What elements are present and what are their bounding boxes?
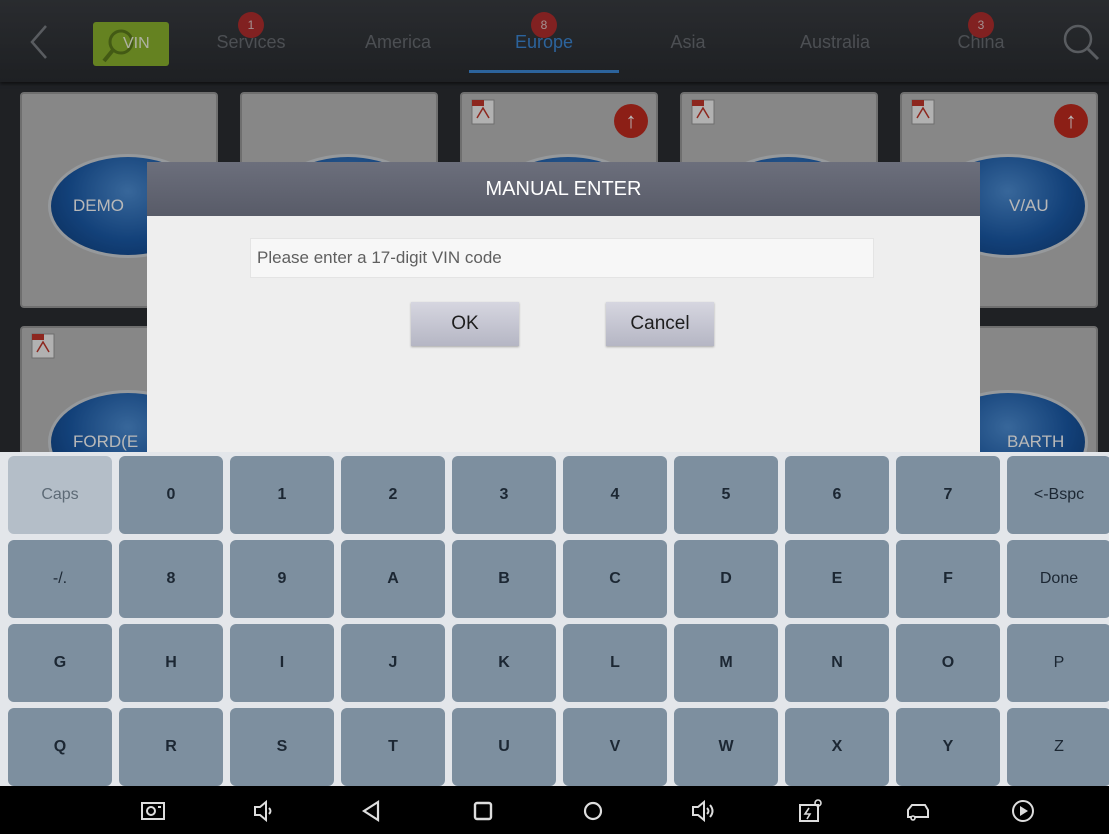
key-n[interactable]: N (785, 624, 889, 702)
key-v[interactable]: V (563, 708, 667, 786)
key-x[interactable]: X (785, 708, 889, 786)
key-j[interactable]: J (341, 624, 445, 702)
key-d[interactable]: D (674, 540, 778, 618)
key-f[interactable]: F (896, 540, 1000, 618)
key-bspc[interactable]: <-Bspc (1007, 456, 1109, 534)
ok-button[interactable]: OK (411, 302, 519, 346)
key-z[interactable]: Z (1007, 708, 1109, 786)
key-q[interactable]: Q (8, 708, 112, 786)
cancel-button[interactable]: Cancel (606, 302, 714, 346)
key-1[interactable]: 1 (230, 456, 334, 534)
key-caps[interactable]: Caps (8, 456, 112, 534)
key-r[interactable]: R (119, 708, 223, 786)
key-b[interactable]: B (452, 540, 556, 618)
volume-up-icon[interactable] (690, 798, 716, 824)
key-3[interactable]: 3 (452, 456, 556, 534)
key-symbol[interactable]: -/. (8, 540, 112, 618)
key-k[interactable]: K (452, 624, 556, 702)
key-i[interactable]: I (230, 624, 334, 702)
system-nav-bar (0, 786, 1109, 834)
key-u[interactable]: U (452, 708, 556, 786)
manual-enter-dialog: MANUAL ENTER OK Cancel (147, 162, 980, 452)
key-h[interactable]: H (119, 624, 223, 702)
key-o[interactable]: O (896, 624, 1000, 702)
vci-icon[interactable] (797, 798, 823, 824)
key-done[interactable]: Done (1007, 540, 1109, 618)
key-7[interactable]: 7 (896, 456, 1000, 534)
key-m[interactable]: M (674, 624, 778, 702)
key-2[interactable]: 2 (341, 456, 445, 534)
back-icon[interactable] (358, 798, 384, 824)
recents-icon[interactable] (580, 798, 606, 824)
car-icon[interactable] (905, 798, 931, 824)
key-g[interactable]: G (8, 624, 112, 702)
key-8[interactable]: 8 (119, 540, 223, 618)
volume-down-icon[interactable] (251, 798, 277, 824)
key-l[interactable]: L (563, 624, 667, 702)
key-4[interactable]: 4 (563, 456, 667, 534)
play-icon[interactable] (1010, 798, 1036, 824)
key-9[interactable]: 9 (230, 540, 334, 618)
dialog-title: MANUAL ENTER (147, 162, 980, 216)
key-y[interactable]: Y (896, 708, 1000, 786)
key-e[interactable]: E (785, 540, 889, 618)
home-icon[interactable] (470, 798, 496, 824)
key-0[interactable]: 0 (119, 456, 223, 534)
vin-input[interactable] (250, 238, 874, 278)
key-6[interactable]: 6 (785, 456, 889, 534)
key-t[interactable]: T (341, 708, 445, 786)
screenshot-icon[interactable] (140, 798, 166, 824)
key-s[interactable]: S (230, 708, 334, 786)
key-w[interactable]: W (674, 708, 778, 786)
on-screen-keyboard: Caps 0 1 2 3 4 5 6 7 <-Bspc -/. 8 9 A B C D E F Done G H I J K L M… (0, 452, 1109, 786)
key-5[interactable]: 5 (674, 456, 778, 534)
key-p[interactable]: P (1007, 624, 1109, 702)
key-a[interactable]: A (341, 540, 445, 618)
key-c[interactable]: C (563, 540, 667, 618)
